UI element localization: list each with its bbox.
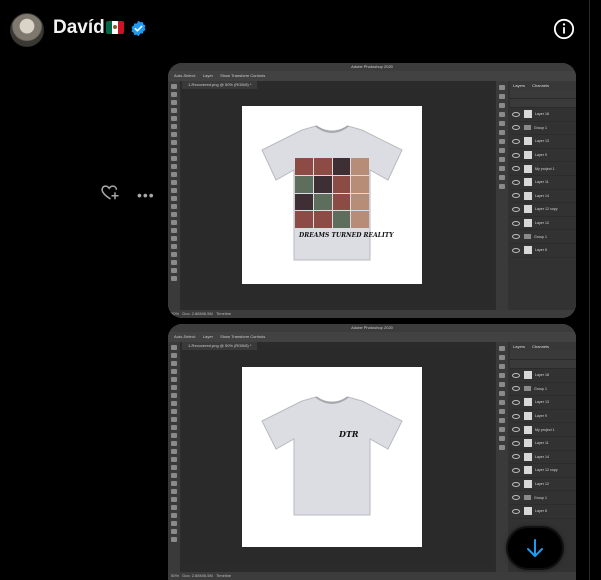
- layer-row[interactable]: Group 1: [510, 491, 576, 505]
- layer-row[interactable]: Layer 9: [510, 149, 576, 163]
- tools-panel: [168, 81, 180, 310]
- app-title: Adobe Photoshop 2020: [168, 63, 576, 71]
- layer-row[interactable]: Layer 13: [510, 396, 576, 410]
- layer-row[interactable]: Layer 13: [510, 135, 576, 149]
- layer-row[interactable]: Layer 12 copy: [510, 464, 576, 478]
- page-divider: [589, 0, 590, 580]
- tab-channels[interactable]: Channels: [532, 83, 549, 88]
- layer-row[interactable]: Layer 14: [510, 190, 576, 204]
- document-tab: 1-Recovered.png @ 50% (RGB/8) *: [182, 342, 258, 350]
- option-layer: Layer: [202, 334, 213, 339]
- right-panels: Layers Channels Layer 18 Group 1 Layer 1…: [496, 81, 576, 310]
- tab-channels[interactable]: Channels: [532, 344, 549, 349]
- tools-panel: [168, 342, 180, 572]
- layer-row[interactable]: Layer 11: [510, 437, 576, 451]
- canvas-area: DREAMS TURNED REALITY: [182, 89, 493, 304]
- status-bar: 50% Doc: 2.86M/6.5M Timeline: [168, 310, 576, 318]
- tab-layers[interactable]: Layers: [513, 344, 525, 349]
- heart-plus-icon[interactable]: [100, 182, 120, 202]
- status-bar: 50% Doc: 2.86M/6.5M Timeline: [168, 572, 576, 580]
- profile-header: Davíd: [0, 0, 601, 58]
- layer-row[interactable]: Layer 6: [510, 244, 576, 258]
- document-tab: 1-Recovered.png @ 50% (RGB/8) *: [182, 81, 258, 89]
- layer-row[interactable]: Group 1: [510, 230, 576, 244]
- arrow-down-icon: [527, 539, 543, 557]
- info-icon[interactable]: [553, 18, 575, 40]
- tab-layers[interactable]: Layers: [513, 83, 525, 88]
- collage-print: [295, 158, 369, 228]
- layer-row[interactable]: Layer 9: [510, 410, 576, 424]
- layer-row[interactable]: Layer 12 copy: [510, 203, 576, 217]
- layer-row[interactable]: My project 1: [510, 162, 576, 176]
- username[interactable]: Davíd: [53, 17, 105, 39]
- layer-row[interactable]: Layer 11: [510, 176, 576, 190]
- option-layer: Layer: [202, 73, 213, 78]
- document-canvas: DREAMS TURNED REALITY: [242, 106, 422, 284]
- layer-row[interactable]: Layer 12: [510, 478, 576, 492]
- layer-row[interactable]: Layer 18: [510, 369, 576, 383]
- option-autoselect: Auto-Select:: [174, 334, 196, 339]
- option-transform: Show Transform Controls: [220, 334, 266, 339]
- layers-panel: Layers Channels Layer 18 Group 1 Layer 1…: [510, 81, 576, 310]
- print-text: DREAMS TURNED REALITY: [299, 232, 394, 239]
- photoshop-screenshot-1[interactable]: Adobe Photoshop 2020 Auto-Select: Layer …: [168, 63, 576, 318]
- print-text: DTR: [339, 429, 359, 439]
- more-options-button[interactable]: •••: [137, 187, 155, 203]
- options-bar: Auto-Select: Layer Show Transform Contro…: [168, 71, 576, 81]
- canvas-area: DTR: [182, 350, 493, 566]
- mexico-flag-icon: [106, 21, 124, 34]
- option-transform: Show Transform Controls: [220, 73, 266, 78]
- avatar[interactable]: [10, 13, 44, 47]
- verified-badge-icon: [131, 20, 146, 37]
- layer-row[interactable]: Group 1: [510, 383, 576, 397]
- tshirt-image: [261, 396, 403, 516]
- layer-row[interactable]: My project 1: [510, 423, 576, 437]
- app-title: Adobe Photoshop 2020: [168, 324, 576, 332]
- layer-row[interactable]: Group 1: [510, 122, 576, 136]
- scroll-down-button[interactable]: [508, 528, 562, 568]
- layer-row[interactable]: Layer 14: [510, 451, 576, 465]
- layer-row[interactable]: Layer 12: [510, 217, 576, 231]
- option-autoselect: Auto-Select:: [174, 73, 196, 78]
- options-bar: Auto-Select: Layer Show Transform Contro…: [168, 332, 576, 342]
- document-canvas: DTR: [242, 367, 422, 547]
- layer-row[interactable]: Layer 6: [510, 505, 576, 519]
- layer-row[interactable]: Layer 18: [510, 108, 576, 122]
